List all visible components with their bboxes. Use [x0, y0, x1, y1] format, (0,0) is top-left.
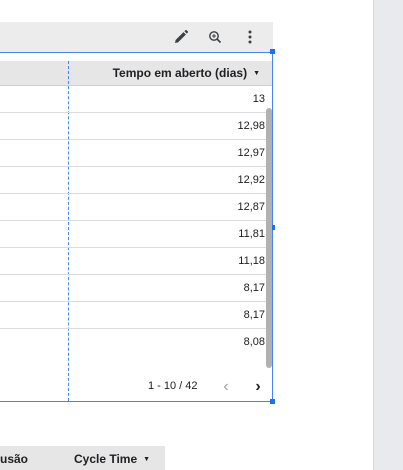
table-row: 12,98 — [0, 113, 272, 140]
resize-handle-top-right[interactable] — [270, 49, 275, 54]
sort-caret-icon[interactable]: ▼ — [143, 456, 150, 463]
chart-toolbar — [0, 22, 273, 52]
cell-value: 8,17 — [243, 282, 265, 294]
second-table-header: usão Cycle Time ▼ — [0, 446, 165, 470]
table-row: 11,81 — [0, 221, 272, 248]
table-row: 13 — [0, 86, 272, 113]
cell-value: 13 — [252, 93, 265, 105]
pencil-icon[interactable] — [171, 27, 191, 47]
table-scrollbar[interactable] — [266, 108, 272, 368]
cell-value: 12,92 — [237, 174, 265, 186]
prev-page-button[interactable]: ‹ — [219, 379, 233, 395]
zoom-icon[interactable] — [205, 27, 225, 47]
next-page-button[interactable]: › — [251, 379, 265, 395]
table-header-row: Tempo em aberto (dias) ▼ — [0, 61, 272, 86]
cell-value: 11,81 — [238, 228, 265, 240]
table-row: 12,97 — [0, 140, 272, 167]
more-vert-icon[interactable] — [240, 27, 260, 47]
sort-caret-icon[interactable]: ▼ — [253, 70, 260, 77]
resize-handle-bottom-right[interactable] — [270, 399, 275, 404]
cell-value: 11,18 — [238, 255, 265, 267]
column-header-tempo[interactable]: Tempo em aberto (dias) ▼ — [113, 66, 260, 80]
table-row: 12,87 — [0, 194, 272, 221]
table-row: 11,18 — [0, 248, 272, 275]
cell-value: 8,17 — [243, 309, 265, 321]
pagination-label: 1 - 10 / 42 — [148, 380, 198, 392]
table-row: 8,17 — [0, 275, 272, 302]
table-body: 13 12,98 12,97 12,92 12,87 11,81 11,18 8… — [0, 86, 272, 356]
column-header-cycle-time[interactable]: Cycle Time ▼ — [74, 452, 150, 466]
cell-value: 12,97 — [237, 147, 265, 159]
cell-value: 8,08 — [243, 336, 265, 348]
table-row: 12,92 — [0, 167, 272, 194]
table-row: 8,17 — [0, 302, 272, 329]
cell-value: 12,87 — [237, 201, 265, 213]
table-row: 8,08 — [0, 329, 272, 356]
cell-value: 12,98 — [237, 120, 265, 132]
column-header-conclusao[interactable]: usão — [0, 452, 28, 466]
right-panel-gutter — [373, 0, 403, 470]
